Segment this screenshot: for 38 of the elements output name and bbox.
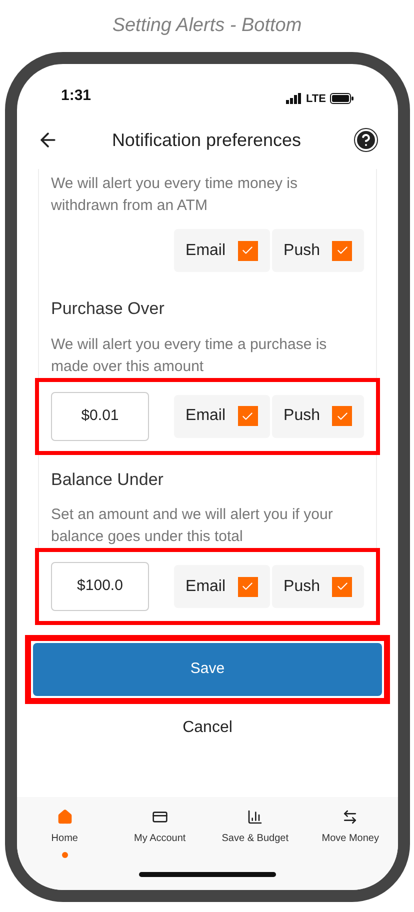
alert-title: Purchase Over [51, 298, 166, 320]
cancel-button[interactable]: Cancel [182, 716, 232, 740]
budget-icon [247, 809, 264, 825]
checkbox[interactable] [238, 240, 258, 260]
nav-tab[interactable]: Move Money [302, 809, 398, 858]
amount-field[interactable]: $0.01 [51, 392, 149, 440]
check-icon [336, 410, 348, 422]
alert-option[interactable]: Email [174, 394, 270, 438]
nav-tab[interactable]: Save & Budget [208, 809, 303, 858]
alert-option[interactable]: Email [174, 229, 270, 272]
alert-option[interactable]: Push [272, 565, 364, 608]
signal-icon [286, 93, 302, 104]
page-title: Notification preferences [110, 128, 302, 152]
status-time: 1:31 [61, 86, 92, 106]
amount-field[interactable]: $100.0 [51, 562, 149, 611]
checkbox[interactable] [332, 240, 352, 260]
nav-tab[interactable]: My Account [112, 809, 208, 858]
alert-option[interactable]: Push [272, 394, 364, 438]
alert-title: Balance Under [51, 468, 164, 490]
checkbox[interactable] [238, 406, 258, 426]
battery-icon [330, 93, 354, 104]
alert-description: We will alert you every time money is withdrawn from an ATM [51, 174, 298, 216]
alert-description: Set an amount and we will alert you if your balance goes under this total [51, 505, 334, 547]
network-label: LTE [306, 92, 326, 106]
caption: Setting Alerts - Bottom [112, 14, 302, 38]
transfer-icon [342, 809, 358, 825]
home-icon [56, 809, 73, 825]
alert-description: We will alert you every time a purchase is made over this amount [51, 334, 328, 376]
check-icon [241, 410, 254, 422]
help-icon[interactable] [354, 128, 378, 152]
save-button[interactable]: Save [33, 643, 382, 696]
account-icon [152, 809, 168, 825]
checkbox[interactable] [332, 576, 352, 596]
checkbox[interactable] [332, 406, 352, 426]
alert-option[interactable]: Email [174, 565, 270, 608]
checkbox[interactable] [238, 576, 258, 596]
nav-tab[interactable]: Home [17, 809, 112, 858]
alert-option[interactable]: Push [272, 229, 364, 272]
